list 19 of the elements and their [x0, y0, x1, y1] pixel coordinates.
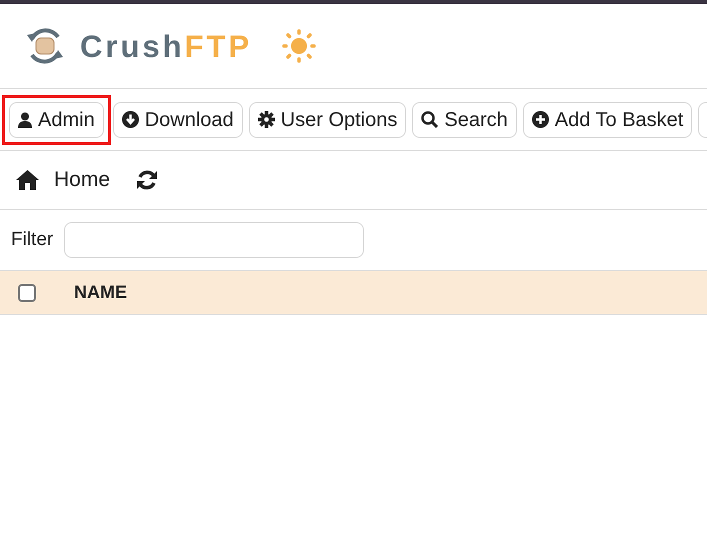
- download-icon: [122, 111, 139, 128]
- home-icon: [15, 169, 40, 191]
- search-icon: [421, 111, 438, 128]
- sun-icon[interactable]: [282, 29, 316, 63]
- filter-field[interactable]: [64, 222, 364, 258]
- gear-icon: [258, 111, 275, 128]
- user-icon: [18, 112, 32, 128]
- filter-label: Filter: [11, 228, 54, 252]
- toolbar-button[interactable]: Search: [412, 102, 517, 138]
- toolbar-button[interactable]: Add To Basket: [522, 102, 692, 138]
- column-header[interactable]: NAME: [74, 279, 127, 306]
- toolbar-button[interactable]: Download: [112, 102, 243, 138]
- plus-circle-icon: [532, 111, 549, 128]
- refresh-icon[interactable]: [136, 169, 158, 191]
- toolbar-button[interactable]: User Options: [248, 102, 406, 138]
- logo-text: Crush FTP: [80, 30, 252, 62]
- home-link[interactable]: Home: [15, 164, 110, 196]
- toolbar-button[interactable]: Admin: [2, 94, 111, 144]
- select-all-checkbox[interactable]: [18, 284, 36, 302]
